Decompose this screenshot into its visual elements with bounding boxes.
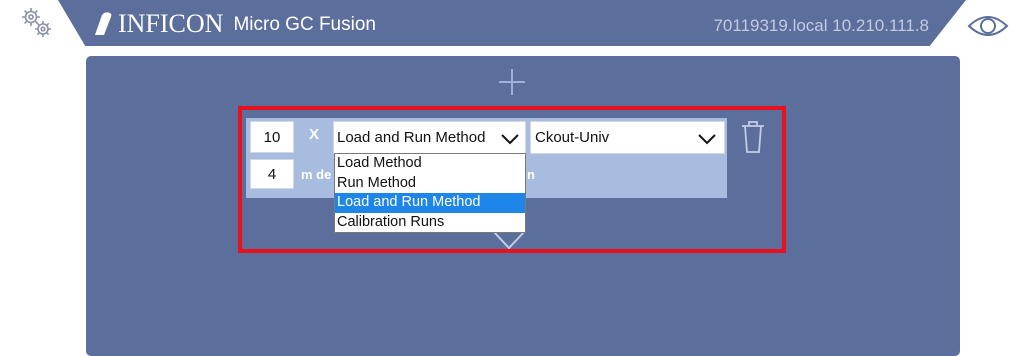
product-name: Micro GC Fusion [233, 14, 376, 35]
dropdown-option-selected[interactable]: Load and Run Method [335, 193, 525, 213]
chevron-down-icon[interactable] [500, 132, 520, 146]
times-label: X [309, 126, 320, 143]
dropdown-option[interactable]: Calibration Runs [335, 213, 525, 233]
repeat-count-input[interactable]: 10 [250, 121, 294, 153]
host-address: 70119319.local 10.210.111.8 [713, 16, 929, 35]
action-dropdown-list: Load Method Run Method Load and Run Meth… [334, 153, 526, 233]
method-select-value: Ckout-Univ [535, 129, 610, 146]
method-select[interactable]: Ckout-Univ [530, 121, 725, 154]
brand-name: INFICON [118, 9, 224, 38]
row2-label: m de [301, 167, 332, 182]
dropdown-option[interactable]: Run Method [335, 174, 525, 194]
repeat-count-input-2[interactable]: 4 [250, 159, 294, 189]
row2-label-tail: n [527, 167, 535, 182]
chevron-down-icon[interactable] [697, 132, 717, 146]
eye-icon[interactable] [966, 14, 1010, 38]
plus-icon[interactable] [498, 68, 526, 96]
action-select-value: Load and Run Method [337, 129, 486, 146]
settings-gears-icon[interactable] [20, 6, 54, 40]
dropdown-option[interactable]: Load Method [335, 154, 525, 174]
trash-icon[interactable] [740, 119, 766, 155]
brand-logo: INFICON Micro GC Fusion [92, 9, 376, 38]
inficon-logo-icon [95, 12, 112, 36]
action-select[interactable]: Load and Run Method [333, 121, 526, 154]
